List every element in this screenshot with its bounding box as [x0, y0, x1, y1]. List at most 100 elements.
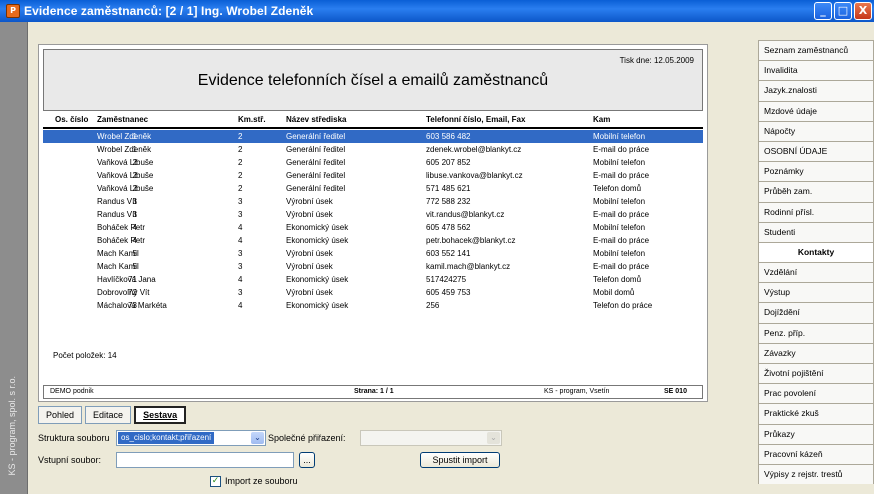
sidebar-item[interactable]: Výstup	[758, 282, 874, 303]
report-title: Evidence telefonních čísel a emailů zamě…	[197, 72, 549, 89]
row-zamestnanec: Vaňková Libuše	[97, 171, 154, 180]
common-assignment-label: Společné přiřazení:	[268, 433, 346, 443]
sidebar-item[interactable]: Seznam zaměstnanců	[758, 40, 874, 61]
row-kam: Mobilní telefon	[593, 197, 646, 206]
table-row[interactable]: 3 Randus Vít 3 Výrobní úsek vit.randus@blank…	[43, 208, 703, 221]
print-date: Tisk dne: 12.05.2009	[619, 56, 694, 65]
sidebar-item[interactable]: Poznámky	[758, 161, 874, 182]
row-kam: Telefon domů	[593, 184, 642, 193]
row-kam: Telefon domů	[593, 275, 642, 284]
structure-label: Struktura souboru	[38, 433, 110, 443]
table-row[interactable]: 4 Boháček Petr 4 Ekonomický úsek 605 478 562…	[43, 221, 703, 234]
row-zamestnanec: Mach Kamil	[97, 262, 139, 271]
tab-pohled[interactable]: Pohled	[38, 406, 83, 424]
window-controls: _ □ X	[814, 2, 872, 20]
row-telefon: 256	[426, 301, 440, 310]
footer-company: DEMO podnik	[50, 388, 94, 395]
row-stredisko: Výrobní úsek	[286, 288, 333, 297]
sidebar-item[interactable]: Rodinní přísl.	[758, 201, 874, 222]
sidebar-item[interactable]: Nápočty	[758, 120, 874, 141]
sidebar-item[interactable]: Penz. příp.	[758, 322, 874, 343]
chevron-down-icon[interactable]: ⌄	[251, 432, 264, 444]
title-bar[interactable]: P Evidence zaměstnanců: [2 / 1] Ing. Wro…	[0, 0, 874, 22]
structure-select[interactable]: os_cislo;kontakt;přiřazení ⌄	[116, 430, 266, 446]
row-telefon: 571 485 621	[426, 184, 471, 193]
close-button[interactable]: X	[854, 2, 872, 20]
minimize-button[interactable]: _	[814, 2, 832, 20]
structure-selected-value: os_cislo;kontakt;přiřazení	[118, 432, 215, 444]
sidebar-item[interactable]: Životní pojištění	[758, 363, 874, 384]
row-telefon: 605 207 852	[426, 158, 471, 167]
sidebar-item[interactable]: Studenti	[758, 221, 874, 242]
row-stredisko: Generální ředitel	[286, 145, 346, 154]
row-kam: E-mail do práce	[593, 262, 650, 271]
col-zamestnanec: Zaměstnanec	[97, 115, 149, 124]
maximize-button[interactable]: □	[834, 2, 852, 20]
table-row[interactable]: 1 Wrobel Zdeněk 2 Generální ředitel 603 586 …	[43, 130, 703, 143]
sidebar-item[interactable]: Kontakty	[758, 241, 874, 263]
run-import-button[interactable]: Spustit import	[420, 452, 500, 468]
app-icon: P	[6, 4, 20, 18]
row-kam: E-mail do práce	[593, 145, 650, 154]
tab-sestava[interactable]: Sestava	[134, 406, 187, 424]
row-telefon: 517424275	[426, 275, 467, 284]
tab-editace[interactable]: Editace	[85, 406, 132, 424]
row-km-str: 3	[238, 288, 243, 297]
col-os-cislo: Os. číslo	[55, 115, 89, 124]
footer-code: SE 010	[664, 388, 687, 395]
table-row[interactable]: 1 Wrobel Zdeněk 2 Generální ředitel zdenek.w…	[43, 143, 703, 156]
row-zamestnanec: Dobrovolný Vít	[97, 288, 150, 297]
table-row[interactable]: 71 Havlíčková Jana 4 Ekonomický úsek 5174242…	[43, 273, 703, 286]
row-zamestnanec: Vaňková Libuše	[97, 158, 154, 167]
row-kam: E-mail do práce	[593, 210, 650, 219]
row-km-str: 2	[238, 158, 243, 167]
right-sidebar-nav: Seznam zaměstnanců Invalidita Jazyk.znalos…	[758, 40, 874, 494]
table-row[interactable]: 2 Vaňková Libuše 2 Generální ředitel libuse.…	[43, 169, 703, 182]
sidebar-item[interactable]: Průběh zam.	[758, 181, 874, 202]
input-file-field[interactable]	[116, 452, 294, 468]
row-km-str: 2	[238, 184, 243, 193]
sidebar-item[interactable]: Invalidita	[758, 60, 874, 81]
sidebar-item[interactable]: Závazky	[758, 342, 874, 363]
row-zamestnanec: Máchalová Markéta	[97, 301, 167, 310]
input-file-label: Vstupní soubor:	[38, 455, 102, 465]
table-row[interactable]: 72 Dobrovolný Vít 3 Výrobní úsek 605 459 753…	[43, 286, 703, 299]
row-km-str: 2	[238, 145, 243, 154]
report-header: Tisk dne: 12.05.2009 Evidence telefonníc…	[43, 49, 703, 111]
table-row[interactable]: 5 Mach Kamil 3 Výrobní úsek kamil.mach@blank…	[43, 260, 703, 273]
sidebar-item[interactable]: OSOBNÍ ÚDAJE	[758, 140, 874, 162]
sidebar-item[interactable]: Prac povolení	[758, 383, 874, 404]
row-telefon: 605 459 753	[426, 288, 471, 297]
table-row[interactable]: 4 Boháček Petr 4 Ekonomický úsek petr.bohace…	[43, 234, 703, 247]
table-row[interactable]: 5 Mach Kamil 3 Výrobní úsek 603 552 141 Mobil…	[43, 247, 703, 260]
sidebar-item[interactable]: Dojíždění	[758, 302, 874, 323]
browse-button[interactable]: ...	[299, 452, 315, 468]
row-stredisko: Výrobní úsek	[286, 197, 333, 206]
row-telefon: zdenek.wrobel@blankyt.cz	[426, 145, 522, 154]
table-row[interactable]: 2 Vaňková Libuše 2 Generální ředitel 571 485…	[43, 182, 703, 195]
header-divider	[43, 127, 703, 129]
row-zamestnanec: Wrobel Zdeněk	[97, 145, 152, 154]
sidebar-item[interactable]: Pracovní kázeň	[758, 443, 874, 464]
table-row[interactable]: 3 Randus Vít 3 Výrobní úsek 772 588 232 Mobil…	[43, 195, 703, 208]
import-checkbox[interactable]: ✓	[210, 476, 221, 487]
row-zamestnanec: Boháček Petr	[97, 236, 146, 245]
common-assignment-select[interactable]: ⌄	[360, 430, 502, 446]
row-kam: Mobilní telefon	[593, 132, 646, 141]
row-stredisko: Generální ředitel	[286, 171, 346, 180]
sidebar-item[interactable]: Mzdové údaje	[758, 100, 874, 121]
sidebar-item[interactable]: Výpisy z rejstr. trestů	[758, 463, 874, 485]
row-zamestnanec: Randus Vít	[97, 197, 137, 206]
row-km-str: 4	[238, 275, 243, 284]
chevron-down-icon[interactable]: ⌄	[487, 432, 500, 444]
table-row[interactable]: 73 Máchalová Markéta 4 Ekonomický úsek 256 Te…	[43, 299, 703, 312]
sidebar-item[interactable]: Vzdělání	[758, 262, 874, 283]
sidebar-item[interactable]: Jazyk.znalosti	[758, 80, 874, 101]
sidebar-item[interactable]: Praktické zkuš	[758, 403, 874, 424]
row-kam: Mobilní telefon	[593, 249, 646, 258]
application-window: P Evidence zaměstnanců: [2 / 1] Ing. Wro…	[0, 0, 874, 494]
item-count: Počet položek: 14	[53, 351, 117, 360]
table-row[interactable]: 2 Vaňková Libuše 2 Generální ředitel 605 207…	[43, 156, 703, 169]
sidebar-item[interactable]: Průkazy	[758, 423, 874, 444]
row-kam: Mobil domů	[593, 288, 635, 297]
